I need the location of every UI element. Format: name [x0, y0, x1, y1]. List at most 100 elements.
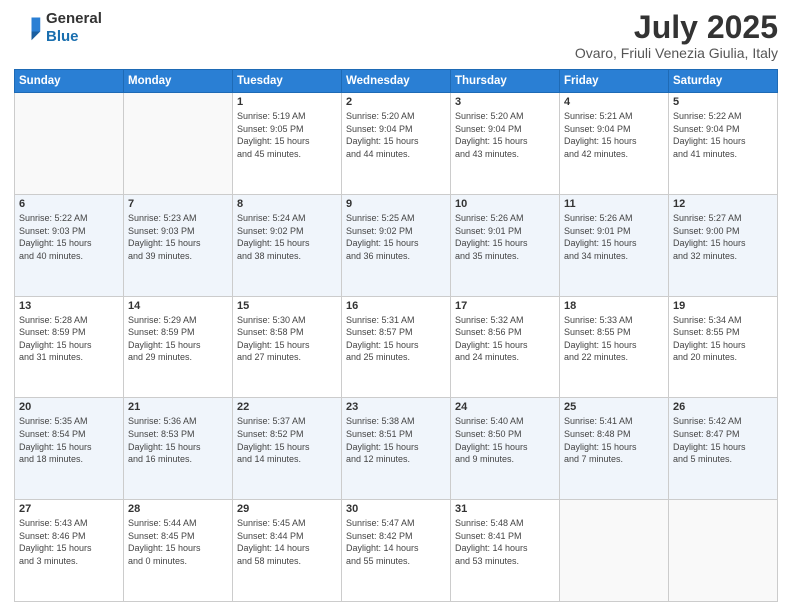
day-info: Sunrise: 5:25 AM Sunset: 9:02 PM Dayligh… — [346, 212, 446, 262]
day-number: 29 — [237, 503, 337, 515]
day-info: Sunrise: 5:19 AM Sunset: 9:05 PM Dayligh… — [237, 110, 337, 160]
logo-text: General Blue — [46, 10, 102, 46]
calendar-cell: 5Sunrise: 5:22 AM Sunset: 9:04 PM Daylig… — [669, 93, 778, 195]
calendar-cell: 7 Sunrise: 5:23 AM Sunset: 9:03 PM Daylig… — [124, 194, 233, 296]
day-of-week-header: Thursday — [451, 70, 560, 93]
day-number: 5 — [673, 96, 773, 108]
location: Ovaro, Friuli Venezia Giulia, Italy — [575, 45, 778, 61]
calendar-cell: 23 Sunrise: 5:38 AM Sunset: 8:51 PM Dayli… — [342, 398, 451, 500]
calendar-cell: 8 Sunrise: 5:24 AM Sunset: 9:02 PM Daylig… — [233, 194, 342, 296]
day-number: 22 — [237, 401, 337, 413]
day-number: 12 — [673, 198, 773, 210]
calendar-cell: 29 Sunrise: 5:45 AM Sunset: 8:44 PM Dayli… — [233, 500, 342, 602]
calendar-week-row: 6 Sunrise: 5:22 AM Sunset: 9:03 PM Daylig… — [15, 194, 778, 296]
day-number: 23 — [346, 401, 446, 413]
calendar-cell: 14 Sunrise: 5:29 AM Sunset: 8:59 PM Dayli… — [124, 296, 233, 398]
calendar-cell: 24 Sunrise: 5:40 AM Sunset: 8:50 PM Dayli… — [451, 398, 560, 500]
page: General Blue July 2025 Ovaro, Friuli Ven… — [0, 0, 792, 612]
day-info: Sunrise: 5:36 AM Sunset: 8:53 PM Dayligh… — [128, 415, 228, 465]
day-info: Sunrise: 5:21 AM Sunset: 9:04 PM Dayligh… — [564, 110, 664, 160]
calendar-cell — [560, 500, 669, 602]
calendar-cell: 15Sunrise: 5:30 AM Sunset: 8:58 PM Dayli… — [233, 296, 342, 398]
calendar-cell: 11Sunrise: 5:26 AM Sunset: 9:01 PM Dayli… — [560, 194, 669, 296]
calendar-cell: 9 Sunrise: 5:25 AM Sunset: 9:02 PM Daylig… — [342, 194, 451, 296]
day-info: Sunrise: 5:34 AM Sunset: 8:55 PM Dayligh… — [673, 314, 773, 364]
day-number: 16 — [346, 300, 446, 312]
day-info: Sunrise: 5:44 AM Sunset: 8:45 PM Dayligh… — [128, 517, 228, 567]
day-number: 9 — [346, 198, 446, 210]
title-section: July 2025 Ovaro, Friuli Venezia Giulia, … — [575, 10, 778, 61]
day-number: 4 — [564, 96, 664, 108]
day-info: Sunrise: 5:23 AM Sunset: 9:03 PM Dayligh… — [128, 212, 228, 262]
day-number: 31 — [455, 503, 555, 515]
calendar-cell: 30Sunrise: 5:47 AM Sunset: 8:42 PM Dayli… — [342, 500, 451, 602]
day-number: 10 — [455, 198, 555, 210]
calendar-cell — [124, 93, 233, 195]
calendar-header-row: SundayMondayTuesdayWednesdayThursdayFrid… — [15, 70, 778, 93]
day-number: 30 — [346, 503, 446, 515]
day-info: Sunrise: 5:26 AM Sunset: 9:01 PM Dayligh… — [564, 212, 664, 262]
day-info: Sunrise: 5:30 AM Sunset: 8:58 PM Dayligh… — [237, 314, 337, 364]
day-info: Sunrise: 5:35 AM Sunset: 8:54 PM Dayligh… — [19, 415, 119, 465]
calendar-cell: 3 Sunrise: 5:20 AM Sunset: 9:04 PM Daylig… — [451, 93, 560, 195]
day-number: 24 — [455, 401, 555, 413]
day-info: Sunrise: 5:26 AM Sunset: 9:01 PM Dayligh… — [455, 212, 555, 262]
calendar-cell: 10 Sunrise: 5:26 AM Sunset: 9:01 PM Dayli… — [451, 194, 560, 296]
calendar-cell: 19 Sunrise: 5:34 AM Sunset: 8:55 PM Dayli… — [669, 296, 778, 398]
header: General Blue July 2025 Ovaro, Friuli Ven… — [14, 10, 778, 61]
day-info: Sunrise: 5:48 AM Sunset: 8:41 PM Dayligh… — [455, 517, 555, 567]
calendar-cell: 4 Sunrise: 5:21 AM Sunset: 9:04 PM Daylig… — [560, 93, 669, 195]
day-info: Sunrise: 5:38 AM Sunset: 8:51 PM Dayligh… — [346, 415, 446, 465]
day-info: Sunrise: 5:29 AM Sunset: 8:59 PM Dayligh… — [128, 314, 228, 364]
day-number: 3 — [455, 96, 555, 108]
day-of-week-header: Friday — [560, 70, 669, 93]
calendar-cell — [669, 500, 778, 602]
logo-icon — [14, 14, 42, 42]
calendar-cell: 27Sunrise: 5:43 AM Sunset: 8:46 PM Dayli… — [15, 500, 124, 602]
day-info: Sunrise: 5:22 AM Sunset: 9:03 PM Dayligh… — [19, 212, 119, 262]
calendar-cell: 16 Sunrise: 5:31 AM Sunset: 8:57 PM Dayli… — [342, 296, 451, 398]
calendar-cell: 1Sunrise: 5:19 AM Sunset: 9:05 PM Daylig… — [233, 93, 342, 195]
calendar-week-row: 20 Sunrise: 5:35 AM Sunset: 8:54 PM Dayli… — [15, 398, 778, 500]
day-info: Sunrise: 5:31 AM Sunset: 8:57 PM Dayligh… — [346, 314, 446, 364]
day-of-week-header: Sunday — [15, 70, 124, 93]
day-info: Sunrise: 5:37 AM Sunset: 8:52 PM Dayligh… — [237, 415, 337, 465]
calendar-cell: 17Sunrise: 5:32 AM Sunset: 8:56 PM Dayli… — [451, 296, 560, 398]
day-number: 27 — [19, 503, 119, 515]
day-number: 7 — [128, 198, 228, 210]
calendar-cell: 6 Sunrise: 5:22 AM Sunset: 9:03 PM Daylig… — [15, 194, 124, 296]
day-number: 26 — [673, 401, 773, 413]
day-number: 28 — [128, 503, 228, 515]
logo: General Blue — [14, 10, 102, 46]
day-of-week-header: Saturday — [669, 70, 778, 93]
day-info: Sunrise: 5:20 AM Sunset: 9:04 PM Dayligh… — [455, 110, 555, 160]
day-info: Sunrise: 5:27 AM Sunset: 9:00 PM Dayligh… — [673, 212, 773, 262]
calendar: SundayMondayTuesdayWednesdayThursdayFrid… — [14, 69, 778, 602]
day-info: Sunrise: 5:24 AM Sunset: 9:02 PM Dayligh… — [237, 212, 337, 262]
day-number: 14 — [128, 300, 228, 312]
day-info: Sunrise: 5:40 AM Sunset: 8:50 PM Dayligh… — [455, 415, 555, 465]
calendar-cell: 13Sunrise: 5:28 AM Sunset: 8:59 PM Dayli… — [15, 296, 124, 398]
day-number: 2 — [346, 96, 446, 108]
day-info: Sunrise: 5:33 AM Sunset: 8:55 PM Dayligh… — [564, 314, 664, 364]
calendar-week-row: 27Sunrise: 5:43 AM Sunset: 8:46 PM Dayli… — [15, 500, 778, 602]
day-of-week-header: Wednesday — [342, 70, 451, 93]
calendar-week-row: 13Sunrise: 5:28 AM Sunset: 8:59 PM Dayli… — [15, 296, 778, 398]
day-number: 18 — [564, 300, 664, 312]
calendar-cell: 18 Sunrise: 5:33 AM Sunset: 8:55 PM Dayli… — [560, 296, 669, 398]
calendar-cell: 12 Sunrise: 5:27 AM Sunset: 9:00 PM Dayli… — [669, 194, 778, 296]
month-year: July 2025 — [575, 10, 778, 45]
day-info: Sunrise: 5:28 AM Sunset: 8:59 PM Dayligh… — [19, 314, 119, 364]
calendar-cell: 21 Sunrise: 5:36 AM Sunset: 8:53 PM Dayli… — [124, 398, 233, 500]
day-number: 6 — [19, 198, 119, 210]
day-number: 25 — [564, 401, 664, 413]
day-number: 19 — [673, 300, 773, 312]
day-of-week-header: Monday — [124, 70, 233, 93]
calendar-cell: 28 Sunrise: 5:44 AM Sunset: 8:45 PM Dayli… — [124, 500, 233, 602]
day-number: 8 — [237, 198, 337, 210]
day-number: 21 — [128, 401, 228, 413]
calendar-cell: 26Sunrise: 5:42 AM Sunset: 8:47 PM Dayli… — [669, 398, 778, 500]
calendar-cell — [15, 93, 124, 195]
day-number: 20 — [19, 401, 119, 413]
day-info: Sunrise: 5:45 AM Sunset: 8:44 PM Dayligh… — [237, 517, 337, 567]
